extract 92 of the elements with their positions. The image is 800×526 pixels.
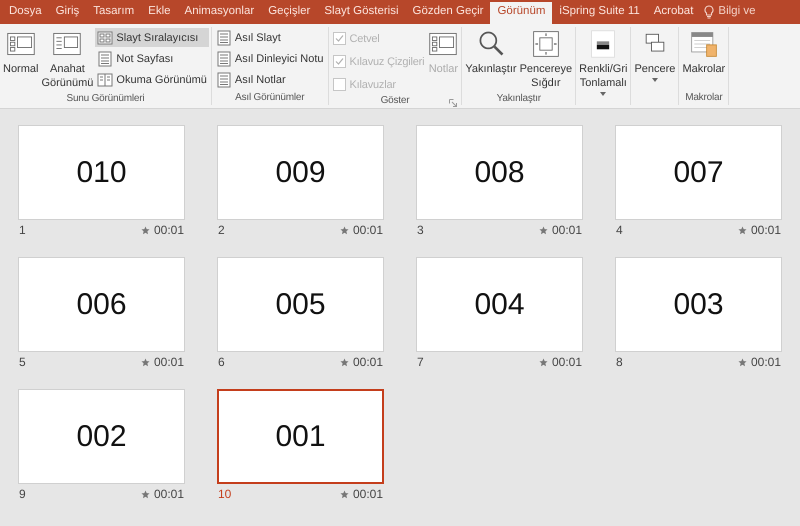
ribbon-button[interactable]: Renkli/Gri Tonlamalı: [578, 27, 628, 98]
group-label: Sunu Görünümleri: [66, 93, 144, 104]
lightbulb-icon: [704, 5, 714, 19]
slide-timing: 00:01: [154, 223, 184, 237]
slide-timing: 00:01: [154, 487, 184, 501]
slide-title: 004: [474, 288, 525, 322]
slide-thumbnail[interactable]: 004: [416, 257, 583, 352]
star-icon: [738, 358, 747, 366]
ribbon-button[interactable]: Pencereye Sığdır: [518, 27, 574, 92]
slide-thumbnail[interactable]: 008: [416, 125, 583, 220]
group-label: Yakınlaştır: [496, 93, 541, 104]
ribbon-tab[interactable]: Gözden Geçir: [406, 0, 490, 24]
ribbon-tab[interactable]: Tasarım: [86, 0, 142, 24]
group-label: Asıl Görünümler: [235, 92, 304, 103]
slide-thumbnail[interactable]: 006: [18, 257, 185, 352]
slide-number: 8: [616, 355, 624, 369]
star-icon: [340, 490, 349, 498]
slide-thumbnail[interactable]: 005: [217, 257, 384, 352]
slide-title: 010: [76, 156, 127, 190]
ribbon-button[interactable]: Asıl Notlar: [214, 70, 326, 89]
star-icon: [140, 358, 150, 366]
star-icon: [140, 226, 150, 234]
slide-number: 6: [218, 355, 226, 369]
ribbon-tab[interactable]: Acrobat: [646, 0, 700, 24]
star-icon: [140, 490, 150, 498]
slide-title: 005: [275, 288, 326, 322]
ribbon-tab[interactable]: Dosya: [2, 0, 49, 24]
ribbon-button[interactable]: Yakınlaştır: [464, 27, 518, 92]
slide-title: 009: [275, 156, 326, 190]
slide-timing: 00:01: [552, 223, 582, 237]
ribbon-button[interactable]: Asıl Dinleyici Notu: [214, 49, 326, 68]
star-icon: [538, 226, 548, 234]
slide-thumbnail[interactable]: 001: [217, 389, 384, 484]
ribbon-button[interactable]: Slayt Sıralayıcısı: [95, 28, 209, 47]
group-label: Makrolar: [685, 92, 722, 103]
slide-number: 7: [417, 355, 425, 369]
tell-me-field[interactable]: Bilgi ve: [700, 0, 760, 24]
ribbon-button[interactable]: Asıl Slayt: [214, 28, 326, 47]
caret-icon: [652, 78, 658, 82]
ribbon-tab[interactable]: Animasyonlar: [178, 0, 262, 24]
fit-icon: [530, 29, 561, 59]
ribbon-tab[interactable]: Giriş: [48, 0, 86, 24]
slide-timing: 00:01: [750, 223, 781, 237]
ribbon-button[interactable]: Okuma Görünümü: [95, 70, 209, 89]
slide-title: 008: [474, 156, 525, 190]
group-label: Göster: [380, 95, 410, 106]
slide-timing: 00:01: [154, 355, 184, 369]
slide-timing: 00:01: [352, 223, 383, 237]
star-icon: [538, 358, 548, 366]
star-icon: [340, 358, 349, 366]
ribbon-button[interactable]: Pencere: [633, 27, 676, 90]
slide-timing: 00:01: [552, 355, 582, 369]
slide-timing: 00:01: [352, 355, 383, 369]
page-icon: [97, 50, 114, 66]
slide-thumbnail[interactable]: 003: [615, 257, 782, 352]
slide-number: 4: [616, 223, 624, 237]
reading-icon: [97, 72, 114, 88]
slide-number: 10: [218, 487, 232, 501]
slide-number: 2: [218, 223, 226, 237]
slide-title: 007: [673, 156, 724, 190]
ribbon-tab[interactable]: Slayt Gösterisi: [317, 0, 406, 24]
checkbox-icon: [332, 55, 346, 68]
slide-timing: 00:01: [750, 355, 781, 369]
star-icon: [340, 226, 349, 234]
ribbon-button[interactable]: Makrolar: [681, 27, 726, 90]
slide-thumbnail[interactable]: 007: [615, 125, 782, 220]
slide-thumbnail[interactable]: 010: [18, 125, 185, 220]
checkbox-icon: [332, 32, 346, 45]
slide-timing: 00:01: [352, 487, 383, 501]
star-icon: [738, 226, 747, 234]
dialog-launcher-icon[interactable]: [449, 99, 458, 107]
slide-number: 1: [19, 223, 27, 237]
slide-thumbnail[interactable]: 009: [217, 125, 384, 220]
slide-number: 3: [417, 223, 425, 237]
slide-thumbnail[interactable]: 002: [18, 389, 185, 484]
slide-title: 003: [673, 288, 724, 322]
ribbon-tab[interactable]: iSpring Suite 11: [552, 0, 647, 24]
caret-icon: [600, 92, 606, 96]
sorter-icon: [97, 30, 114, 46]
macro-icon: [688, 29, 719, 59]
slide-title: 006: [76, 288, 127, 322]
ribbon-tab[interactable]: Görünüm: [490, 2, 552, 24]
slide-title: 001: [275, 420, 326, 454]
ribbon-tab[interactable]: Ekle: [141, 0, 178, 24]
ribbon-tab[interactable]: Geçişler: [261, 0, 318, 24]
slide-number: 9: [19, 487, 27, 501]
slide-title: 002: [76, 420, 127, 454]
checkbox-icon: [332, 78, 346, 91]
ribbon-button[interactable]: Anahat Görünümü: [40, 27, 94, 92]
ribbon-button[interactable]: Not Sayfası: [95, 49, 209, 68]
ribbon-button[interactable]: Normal: [2, 27, 40, 92]
slide-number: 5: [19, 355, 27, 369]
